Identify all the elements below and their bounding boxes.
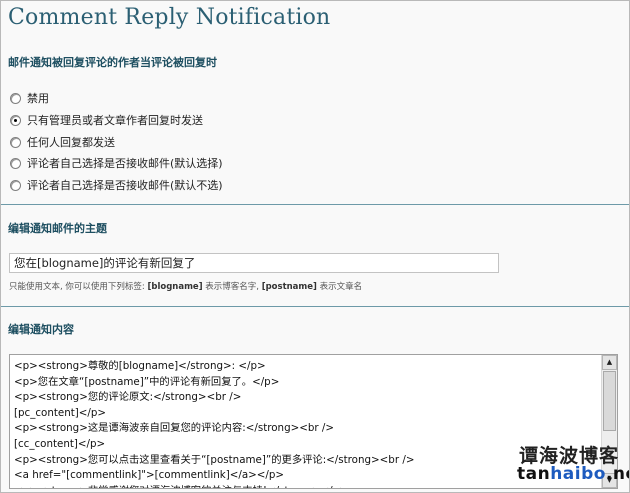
hint-suffix: 表示文章名 [319,282,363,292]
notify-option-label: 任何人回复都发送 [27,136,115,149]
notify-option-label: 评论者自己选择是否接收邮件(默认选择) [27,157,223,170]
subject-hint: 只能使用文本, 你可以使用下列标签: [blogname] 表示博客名字, [p… [9,280,362,292]
hint-prefix: 只能使用文本, 你可以使用下列标签: [9,282,145,292]
content-line: <p>您在文章“[postname]”中的评论有新回复了。</p> [14,375,280,388]
radio-button[interactable] [10,136,21,148]
scroll-thumb[interactable] [603,371,616,431]
watermark-en: tanhaibo.net [517,464,629,484]
content-line: <p><strong>您的评论原文:</strong><br /> [14,391,242,404]
notify-option[interactable]: 禁用 [10,89,49,107]
notify-option[interactable]: 只有管理员或者文章作者回复时发送 [10,111,203,129]
scroll-up-button[interactable]: ▲ [602,355,617,370]
section-divider [1,204,629,205]
scroll-up-icon: ▲ [606,358,613,366]
content-text[interactable]: <p><strong>尊敬的[blogname]</strong>: </p> <… [14,359,601,488]
radio-button[interactable] [10,157,21,169]
content-line: <p><strong>尊敬的[blogname]</strong>: </p> [14,360,266,372]
page-title: Comment Reply Notification [8,5,331,30]
radio-button[interactable] [10,92,21,104]
content-heading: 编辑通知内容 [8,323,74,336]
notify-option[interactable]: 评论者自己选择是否接收邮件(默认选择) [10,154,223,172]
hint-tag-blogname: [blogname] [147,282,203,292]
hint-mid: 表示博客名字, [205,282,259,292]
content-line: <a href="[commentlink]">[commentlink]</a… [14,469,285,482]
content-line: [pc_content]</p> [14,406,107,419]
watermark-haibo: haibo [550,464,606,484]
notify-option-label: 禁用 [27,92,49,105]
notify-option-label: 只有管理员或者文章作者回复时发送 [27,114,203,127]
content-line: <p><strong>非常感谢您对谭海波博客的关注与支持!</strong></… [14,484,601,488]
radio-button[interactable] [10,114,21,126]
hint-tag-postname: [postname] [261,282,317,292]
content-line: <p><strong>您可以点击这里查看关于“[postname]”的更多评论:… [14,453,415,466]
subject-heading: 编辑通知邮件的主题 [8,222,107,235]
mail-notify-heading: 邮件通知被回复评论的作者当评论被回复时 [8,56,217,69]
settings-page: Comment Reply Notification 邮件通知被回复评论的作者当… [0,0,630,493]
radio-button[interactable] [10,179,21,191]
section-divider [1,306,629,307]
watermark-tan: tan [517,464,551,484]
notify-option[interactable]: 评论者自己选择是否接收邮件(默认不选) [10,176,223,194]
subject-input[interactable] [9,253,499,273]
watermark-net: .net [605,464,629,484]
content-line: <p><strong>这是谭海波亲自回复您的评论内容:</strong><br … [14,422,335,435]
content-line: [cc_content]</p> [14,437,106,450]
notify-option-label: 评论者自己选择是否接收邮件(默认不选) [27,179,223,192]
notify-option[interactable]: 任何人回复都发送 [10,133,115,151]
